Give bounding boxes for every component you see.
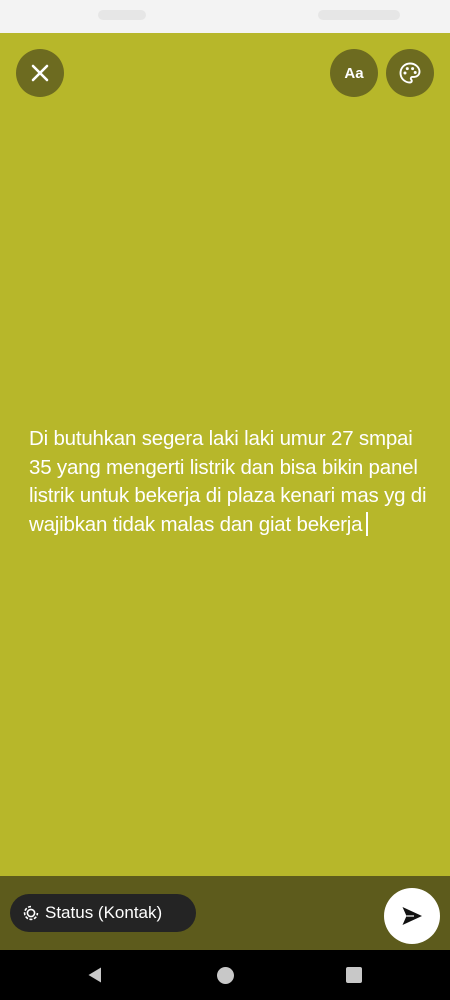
text-cursor bbox=[366, 511, 369, 536]
system-status-bar bbox=[0, 0, 450, 33]
close-button[interactable] bbox=[16, 49, 64, 97]
back-triangle-icon[interactable] bbox=[86, 966, 104, 984]
recents-square-icon[interactable] bbox=[346, 967, 362, 983]
send-button[interactable] bbox=[384, 888, 440, 944]
status-icon bbox=[23, 905, 39, 921]
status-audience-button[interactable]: Status (Kontak) bbox=[10, 894, 196, 932]
status-audience-label: Status (Kontak) bbox=[45, 903, 163, 922]
status-bar-time-blurred bbox=[98, 10, 146, 20]
send-icon bbox=[402, 907, 422, 925]
palette-icon bbox=[399, 62, 421, 84]
system-navigation-bar bbox=[0, 950, 450, 1000]
background-color-button[interactable] bbox=[386, 49, 434, 97]
status-text-input[interactable]: Di butuhkan segera laki laki umur 27 smp… bbox=[29, 425, 429, 539]
font-style-button[interactable]: Aa bbox=[330, 49, 378, 97]
bottom-action-bar: Status (Kontak) bbox=[0, 876, 450, 950]
status-bar-icons-blurred bbox=[318, 10, 400, 20]
font-style-label: Aa bbox=[344, 64, 364, 82]
close-icon bbox=[31, 64, 49, 82]
home-circle-icon[interactable] bbox=[217, 967, 234, 984]
